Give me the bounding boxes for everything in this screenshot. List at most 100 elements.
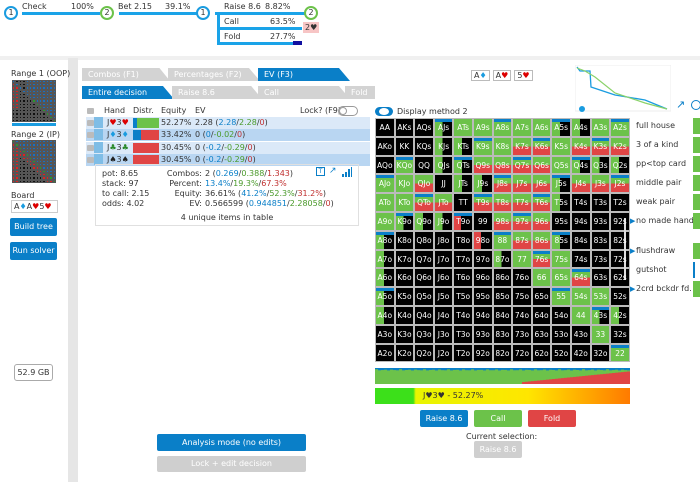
hand-cell-73o[interactable]: 73o (512, 324, 532, 344)
hand-cell-KK[interactable]: KK (394, 136, 415, 156)
hand-cell-Q7o[interactable]: Q7o (414, 249, 434, 269)
hand-cell-86o[interactable]: 86o (492, 268, 513, 288)
hand-cell-K3s[interactable]: K3s (590, 136, 611, 156)
hand-cell-98o[interactable]: 98o (473, 230, 493, 250)
hand-cell-Q2s[interactable]: Q2s (610, 155, 630, 175)
category-1[interactable]: 3 of a kind (636, 140, 678, 149)
hand-cell-Q5s[interactable]: Q5s (551, 155, 571, 175)
hand-cell-64s[interactable]: 64s (571, 268, 591, 288)
hand-cell-J8o[interactable]: J8o (433, 230, 454, 250)
hand-cell-J5o[interactable]: J5o (433, 287, 454, 306)
hand-cell-99[interactable]: 99 (473, 212, 493, 231)
category-2[interactable]: pp<top card (636, 159, 686, 168)
hand-cell-KTo[interactable]: KTo (394, 193, 415, 212)
hand-cell-74o[interactable]: 74o (512, 306, 532, 325)
hand-cell-T3s[interactable]: T3s (590, 193, 611, 212)
tab-percentages[interactable]: Percentages (F2) (168, 68, 260, 81)
hand-cell-82o[interactable]: 82o (492, 343, 513, 363)
hand-cell-Q3o[interactable]: Q3o (414, 324, 434, 344)
expand-arrow-icon[interactable]: ▶ (630, 217, 635, 225)
tab-combos[interactable]: Combos (F1) (82, 68, 170, 81)
hand-cell-T4s[interactable]: T4s (571, 193, 591, 212)
hand-cell-84o[interactable]: 84o (492, 306, 513, 325)
hand-cell-85o[interactable]: 85o (492, 287, 513, 306)
hand-cell-85s[interactable]: 85s (551, 230, 571, 250)
tab-entire-decision[interactable]: Entire decision (82, 86, 174, 99)
tab-raise[interactable]: Raise 8.6 (172, 86, 262, 99)
hand-cell-AKo[interactable]: AKo (375, 136, 395, 156)
hand-cell-Q7s[interactable]: Q7s (512, 155, 532, 175)
hand-cell-TT[interactable]: TT (453, 193, 473, 212)
hand-cell-QTs[interactable]: QTs (453, 155, 473, 175)
hand-cell-72o[interactable]: 72o (512, 343, 532, 363)
hand-cell-KQo[interactable]: KQo (394, 155, 415, 175)
hand-cell-J9o[interactable]: J9o (433, 212, 454, 231)
hand-cell-82s[interactable]: 82s (610, 230, 630, 250)
hand-cell-A5s[interactable]: A5s (551, 118, 571, 137)
hand-cell-32s[interactable]: 32s (610, 324, 630, 344)
hand-cell-A5o[interactable]: A5o (375, 287, 395, 306)
hand-cell-J8s[interactable]: J8s (492, 174, 513, 194)
hand-cell-AQs[interactable]: AQs (414, 118, 434, 137)
hand-cell-52s[interactable]: 52s (610, 287, 630, 306)
hand-cell-AKs[interactable]: AKs (394, 118, 415, 137)
hand-cell-33[interactable]: 33 (590, 324, 611, 344)
hand-cell-T2o[interactable]: T2o (453, 343, 473, 363)
expand-arrow-icon[interactable]: ▶ (630, 247, 635, 255)
expand-arrow-icon[interactable]: ▶ (630, 285, 635, 293)
hand-cell-T6s[interactable]: T6s (531, 193, 552, 212)
hand-cell-J2s[interactable]: J2s (610, 174, 630, 194)
hand-cell-KQs[interactable]: KQs (414, 136, 434, 156)
hand-cell-62s[interactable]: 62s (610, 268, 630, 288)
hand-cell-A3o[interactable]: A3o (375, 324, 395, 344)
board-input[interactable]: A♦A♥5♥ (11, 200, 58, 213)
hand-cell-J2o[interactable]: J2o (433, 343, 454, 363)
hand-cell-Q8o[interactable]: Q8o (414, 230, 434, 250)
hand-cell-54s[interactable]: 54s (571, 287, 591, 306)
hand-cell-KJo[interactable]: KJo (394, 174, 415, 194)
hand-cell-55[interactable]: 55 (551, 287, 571, 306)
hand-cell-T9s[interactable]: T9s (473, 193, 493, 212)
chart-icon[interactable] (342, 167, 352, 177)
hand-cell-86s[interactable]: 86s (531, 230, 552, 250)
hand-cell-T5o[interactable]: T5o (453, 287, 473, 306)
hand-cell-73s[interactable]: 73s (590, 249, 611, 269)
hand-cell-83s[interactable]: 83s (590, 230, 611, 250)
hand-cell-93s[interactable]: 93s (590, 212, 611, 231)
hand-cell-J7o[interactable]: J7o (433, 249, 454, 269)
hand-cell-43o[interactable]: 43o (571, 324, 591, 344)
edge-label[interactable]: Call (224, 17, 239, 26)
hand-cell-T8o[interactable]: T8o (453, 230, 473, 250)
hand-cell-T6o[interactable]: T6o (453, 268, 473, 288)
hand-cell-A7s[interactable]: A7s (512, 118, 532, 137)
category-4[interactable]: weak pair (636, 197, 675, 206)
hand-cell-77[interactable]: 77 (512, 249, 532, 269)
hand-cell-Q4o[interactable]: Q4o (414, 306, 434, 325)
hand-cell-A7o[interactable]: A7o (375, 249, 395, 269)
hand-cell-JJ[interactable]: JJ (433, 174, 454, 194)
hand-cell-J4s[interactable]: J4s (571, 174, 591, 194)
hand-cell-87s[interactable]: 87s (512, 230, 532, 250)
hand-cell-75o[interactable]: 75o (512, 287, 532, 306)
hand-cell-K4o[interactable]: K4o (394, 306, 415, 325)
hand-cell-84s[interactable]: 84s (571, 230, 591, 250)
hand-cell-92s[interactable]: 92s (610, 212, 630, 231)
hand-cell-A2s[interactable]: A2s (610, 118, 630, 137)
hand-cell-K9s[interactable]: K9s (473, 136, 493, 156)
hand-cell-76o[interactable]: 76o (512, 268, 532, 288)
hand-cell-T5s[interactable]: T5s (551, 193, 571, 212)
tab-fold[interactable]: Fold (345, 86, 375, 99)
hand-cell-JTo[interactable]: JTo (433, 193, 454, 212)
hand-cell-Q9s[interactable]: Q9s (473, 155, 493, 175)
hand-cell-J7s[interactable]: J7s (512, 174, 532, 194)
hand-cell-K3o[interactable]: K3o (394, 324, 415, 344)
equity-distribution-chart[interactable] (575, 65, 671, 113)
hand-cell-J3s[interactable]: J3s (590, 174, 611, 194)
hand-cell-72s[interactable]: 72s (610, 249, 630, 269)
analysis-mode-button[interactable]: Analysis mode (no edits) (157, 434, 306, 451)
hand-cell-95o[interactable]: 95o (473, 287, 493, 306)
category-5[interactable]: no made hand (636, 216, 694, 225)
hand-cell-AA[interactable]: AA (375, 118, 395, 137)
hand-cell-A9s[interactable]: A9s (473, 118, 493, 137)
hand-cell-97o[interactable]: 97o (473, 249, 493, 269)
